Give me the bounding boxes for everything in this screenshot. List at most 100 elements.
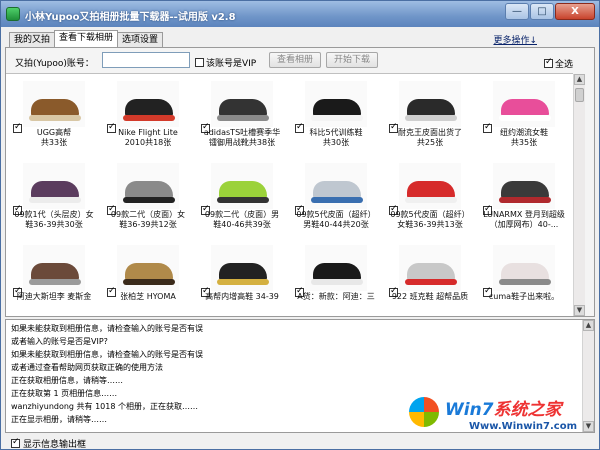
album-item[interactable]: UGG高帮共33张 xyxy=(9,78,99,160)
album-item[interactable]: 09款二代（皮面）男鞋40-46共39张 xyxy=(197,160,287,242)
log-line: 如果未能获取到相册信息，请检查输入的账号是否有误 xyxy=(11,350,203,359)
maximize-button[interactable]: □ xyxy=(530,3,554,20)
album-title-line2: 共35张 xyxy=(510,138,538,147)
close-button[interactable]: X xyxy=(555,3,595,20)
album-thumbnail[interactable] xyxy=(211,245,273,291)
album-item[interactable]: A货：新款：阿迪：三 xyxy=(291,242,381,316)
shoe-sole-shape xyxy=(499,115,551,121)
log-scroll-up-icon[interactable]: ▲ xyxy=(583,320,594,331)
album-thumbnail[interactable] xyxy=(23,245,85,291)
album-item[interactable]: 阿迪大斯坦李 麦斯金 xyxy=(9,242,99,316)
account-input[interactable] xyxy=(102,52,190,68)
album-title-line2: 鞋40-46共39张 xyxy=(213,220,271,229)
album-thumbnail[interactable] xyxy=(305,245,367,291)
log-line: 正在获取第 1 页相册信息…… xyxy=(11,389,118,398)
select-all-box[interactable] xyxy=(544,57,553,68)
scroll-thumb[interactable] xyxy=(575,88,584,102)
album-thumbnail[interactable] xyxy=(211,163,273,209)
show-output-box[interactable] xyxy=(11,437,20,448)
album-item[interactable]: 耐克王皮面出货了共25张 xyxy=(385,78,475,160)
album-item[interactable]: LUNARMX 登月到超级（加厚网布）40-... xyxy=(479,160,569,242)
album-thumbnail[interactable] xyxy=(117,163,179,209)
album-thumbnail[interactable] xyxy=(305,163,367,209)
album-item[interactable]: 纽约潮流女鞋共35张 xyxy=(479,78,569,160)
title-bar[interactable]: 小林Yupoo又拍相册批量下载器--试用版 v2.8 — □ X xyxy=(1,1,599,27)
show-output-label: 显示信息输出框 xyxy=(23,440,87,450)
album-item[interactable]: cuma鞋子出来啦。 xyxy=(479,242,569,316)
shoe-sole-shape xyxy=(123,279,175,285)
more-options-link[interactable]: 更多操作↓ xyxy=(493,33,537,46)
album-thumbnail[interactable] xyxy=(399,163,461,209)
album-caption: 09款二代（皮面）女 鞋36-39共12张 xyxy=(103,210,193,231)
album-grid-scrollbar[interactable]: ▲ ▼ xyxy=(573,74,585,316)
album-thumbnail[interactable] xyxy=(211,81,273,127)
shoe-sole-shape xyxy=(29,279,81,285)
album-item[interactable]: 09款二代（皮面）女鞋36-39共12张 xyxy=(103,160,193,242)
app-icon xyxy=(6,7,20,21)
log-line: 或者通过查看帮助网页获取正确的使用方法 xyxy=(11,363,163,372)
tab-my-yupoo[interactable]: 我的又拍 xyxy=(9,32,56,47)
album-item[interactable]: Nike Flight Lite2010共18张 xyxy=(103,78,193,160)
log-line: 正在显示相册，请稍等…… xyxy=(11,415,107,424)
window-controls: — □ X xyxy=(505,3,595,20)
album-caption: adidasTS吐槽赛季华 镭御用战靴共38张 xyxy=(197,128,287,149)
album-title-line1: cuma鞋子出来啦。 xyxy=(488,292,560,301)
album-item[interactable]: 09款5代皮面（超纤）男鞋40-44共20张 xyxy=(291,160,381,242)
album-thumbnail[interactable] xyxy=(493,245,555,291)
album-thumbnail[interactable] xyxy=(117,81,179,127)
album-item[interactable]: 09款1代（头层皮）女鞋36-39共30张 xyxy=(9,160,99,242)
album-caption: 09款5代皮面（超纤） 男鞋40-44共20张 xyxy=(291,210,381,231)
shoe-sole-shape xyxy=(123,197,175,203)
tab-view-download[interactable]: 查看下载相册 xyxy=(54,30,119,47)
album-item[interactable]: 科比5代训练鞋共30张 xyxy=(291,78,381,160)
shoe-sole-shape xyxy=(217,115,269,121)
album-thumbnail[interactable] xyxy=(493,163,555,209)
scroll-down-arrow-icon[interactable]: ▼ xyxy=(574,305,585,316)
log-line: wanzhiyundong 共有 1018 个相册，正在获取…… xyxy=(11,402,198,411)
shoe-sole-shape xyxy=(311,115,363,121)
show-output-checkbox[interactable]: 显示信息输出框 xyxy=(11,437,86,450)
shoe-sole-shape xyxy=(405,279,457,285)
album-title-line2: 2010共18张 xyxy=(124,138,172,147)
album-item[interactable]: 922 班克鞋 超帮品质 xyxy=(385,242,475,316)
album-title-line2: （加厚网布）40-... xyxy=(489,220,559,229)
select-all-checkbox[interactable]: 全选 xyxy=(544,57,573,70)
album-title-line1: 09款5代皮面（超纤） xyxy=(390,210,470,219)
album-title-line1: 高帮内增高鞋 34-39 xyxy=(205,292,279,301)
select-all-label: 全选 xyxy=(555,60,574,70)
scroll-up-arrow-icon[interactable]: ▲ xyxy=(574,74,585,85)
album-caption: 张柏芝 HYOMA xyxy=(103,292,193,313)
album-item[interactable]: 高帮内增高鞋 34-39 xyxy=(197,242,287,316)
album-caption: UGG高帮 共33张 xyxy=(9,128,99,149)
album-title-line1: UGG高帮 xyxy=(36,128,72,137)
watermark: Win7系统之家 Www.Winwin7.com xyxy=(409,393,597,443)
shoe-sole-shape xyxy=(405,115,457,121)
shoe-sole-shape xyxy=(311,279,363,285)
album-caption: 纽约潮流女鞋 共35张 xyxy=(479,128,569,149)
shoe-sole-shape xyxy=(217,197,269,203)
vip-checkbox[interactable]: 该账号是VIP xyxy=(195,56,256,69)
shoe-sole-shape xyxy=(405,197,457,203)
tab-options[interactable]: 选项设置 xyxy=(117,32,164,47)
log-line: 如果未能获取到相册信息，请检查输入的账号是否有误 xyxy=(11,324,203,333)
view-album-button[interactable]: 查看相册 xyxy=(269,52,321,68)
album-thumbnail[interactable] xyxy=(23,163,85,209)
album-item[interactable]: 张柏芝 HYOMA xyxy=(103,242,193,316)
start-download-button[interactable]: 开始下载 xyxy=(326,52,378,68)
album-thumbnail[interactable] xyxy=(399,245,461,291)
app-window: 小林Yupoo又拍相册批量下载器--试用版 v2.8 — □ X 我的又拍 查看… xyxy=(0,0,600,450)
minimize-button[interactable]: — xyxy=(505,3,529,20)
album-thumbnail[interactable] xyxy=(305,81,367,127)
album-thumbnail[interactable] xyxy=(23,81,85,127)
vip-checkbox-label: 该账号是VIP xyxy=(206,59,257,69)
vip-checkbox-box[interactable] xyxy=(195,58,204,67)
album-item[interactable]: adidasTS吐槽赛季华镭御用战靴共38张 xyxy=(197,78,287,160)
tab-strip: 我的又拍 查看下载相册 选项设置 xyxy=(9,30,164,47)
album-item[interactable]: 09款5代皮面（超纤）女鞋36-39共13张 xyxy=(385,160,475,242)
album-thumbnail[interactable] xyxy=(493,81,555,127)
album-title-line1: 09款二代（皮面）男 xyxy=(204,210,280,219)
album-title-line2: 共30张 xyxy=(322,138,350,147)
album-title-line2: 共33张 xyxy=(40,138,68,147)
album-thumbnail[interactable] xyxy=(399,81,461,127)
album-thumbnail[interactable] xyxy=(117,245,179,291)
